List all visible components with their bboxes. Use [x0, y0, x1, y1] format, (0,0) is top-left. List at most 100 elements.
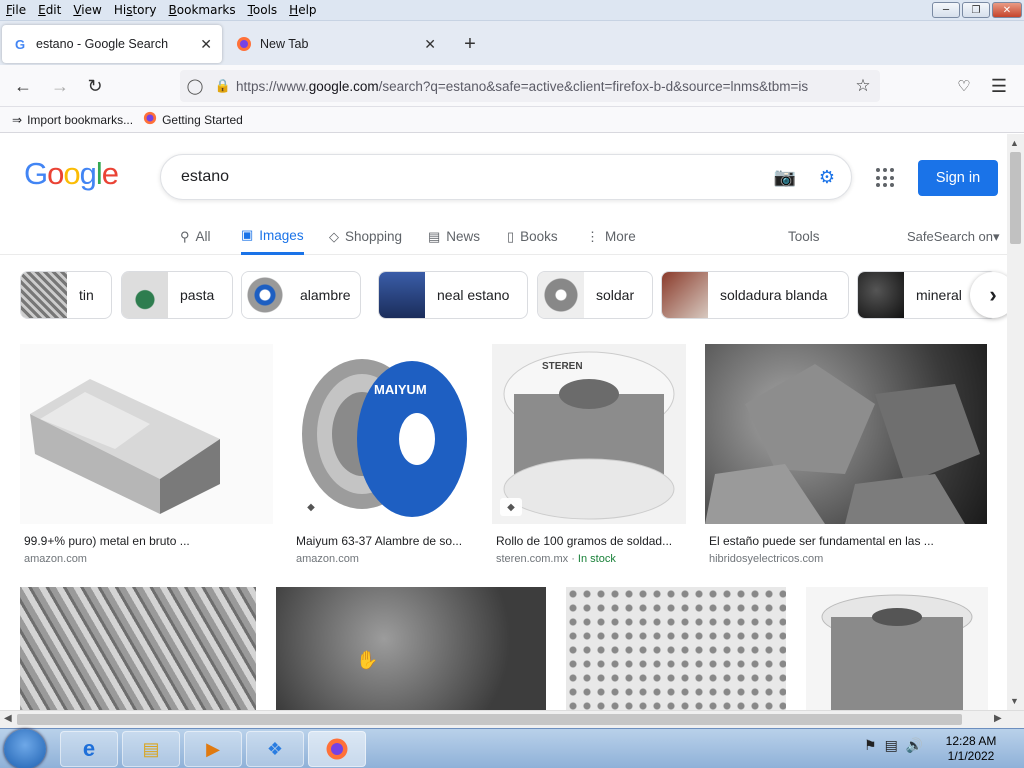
book-icon: ▯ [507, 228, 515, 244]
close-tab-icon[interactable]: ✕ [200, 36, 212, 53]
maximize-button[interactable]: ❐ [962, 2, 990, 18]
shield-icon[interactable]: ◯ [180, 77, 210, 95]
image-result[interactable] [276, 587, 546, 710]
hamburger-menu-icon[interactable]: ☰ [984, 71, 1014, 101]
media-player-icon[interactable]: ▶ [184, 731, 242, 767]
menu-view[interactable]: View [67, 3, 107, 17]
bookmarks-toolbar: ⇒ Import bookmarks... Getting Started [0, 107, 1024, 133]
tab-shopping[interactable]: ◇ Shopping [329, 218, 402, 255]
tab-strip: G estano - Google Search ✕ New Tab ✕ + [0, 21, 1024, 65]
camera-icon[interactable]: 📷 [767, 167, 803, 188]
result-source[interactable]: amazon.com [20, 553, 273, 565]
result-image[interactable]: MAIYUM ◆ [292, 344, 472, 524]
menu-bookmarks[interactable]: Bookmarks [163, 3, 242, 17]
lock-icon[interactable]: 🔒 [210, 78, 236, 94]
image-result[interactable]: STEREN ◆ Rollo de 100 gramos de soldad..… [492, 344, 686, 565]
sign-in-button[interactable]: Sign in [918, 160, 998, 196]
search-input[interactable]: estano [181, 168, 767, 186]
tab-all[interactable]: ⚲ All [180, 218, 211, 255]
result-caption[interactable]: Rollo de 100 gramos de soldad... [492, 534, 686, 548]
result-source[interactable]: amazon.com [292, 553, 472, 565]
image-result[interactable] [20, 587, 256, 710]
chip-neal-estano[interactable]: neal estano [378, 271, 528, 319]
scrollbar-thumb[interactable] [17, 714, 962, 725]
tools-button[interactable]: Tools [788, 218, 820, 255]
back-button[interactable]: ← [8, 71, 38, 101]
scroll-left-icon[interactable]: ◀ [4, 713, 12, 724]
google-logo[interactable]: Google [24, 156, 119, 192]
chip-pasta[interactable]: pasta [121, 271, 233, 319]
search-box[interactable]: estano 📷 ⚙ [160, 154, 852, 200]
tab-books[interactable]: ▯ Books [507, 218, 558, 255]
image-result[interactable] [566, 587, 786, 710]
menu-tools[interactable]: Tools [242, 3, 284, 17]
new-tab-button[interactable]: + [456, 30, 484, 58]
network-icon[interactable]: ▤ [885, 737, 898, 754]
menu-history[interactable]: History [108, 3, 163, 17]
windows-taskbar: e ▤ ▶ ❖ ⚑ ▤ 🔊 12:28 AM 1/1/2022 [0, 728, 1024, 768]
tab-news[interactable]: ▤ News [428, 218, 480, 255]
file-explorer-icon[interactable]: ▤ [122, 731, 180, 767]
result-image[interactable] [566, 587, 786, 710]
result-image[interactable] [806, 587, 988, 710]
tab-images[interactable]: ▣ Images [241, 218, 304, 255]
image-result[interactable]: MAIYUM ◆ Maiyum 63-37 Alambre de so... a… [292, 344, 472, 565]
apps-grid-icon[interactable] [876, 168, 896, 188]
system-clock[interactable]: 12:28 AM 1/1/2022 [936, 734, 1006, 764]
spool-label: STEREN [542, 361, 583, 372]
bookmark-star-icon[interactable]: ☆ [846, 76, 880, 96]
chip-soldadura-blanda[interactable]: soldadura blanda [661, 271, 849, 319]
result-caption[interactable]: 99.9+% puro) metal en bruto ... [20, 534, 273, 548]
firefox-taskbar-icon[interactable] [308, 731, 366, 767]
forward-button[interactable]: → [45, 71, 75, 101]
scrollbar-thumb[interactable] [1010, 152, 1021, 244]
image-result[interactable]: 99.9+% puro) metal en bruto ... amazon.c… [20, 344, 273, 565]
vertical-scrollbar[interactable]: ▲ ▼ [1007, 134, 1024, 710]
internet-explorer-icon[interactable]: e [60, 731, 118, 767]
close-window-button[interactable]: ✕ [992, 2, 1022, 18]
tab-more[interactable]: ⋮ More [586, 218, 636, 255]
url-bar[interactable]: ◯ 🔒 https://www.google.com/search?q=esta… [180, 70, 880, 102]
scroll-down-icon[interactable]: ▼ [1010, 696, 1019, 706]
bookmark-getting-started[interactable]: Getting Started [143, 111, 243, 128]
result-caption[interactable]: Maiyum 63-37 Alambre de so... [292, 534, 472, 548]
reload-button[interactable]: ↻ [80, 71, 110, 101]
chip-alambre[interactable]: alambre [241, 271, 361, 319]
menu-edit[interactable]: Edit [32, 3, 67, 17]
tab-google-search[interactable]: G estano - Google Search ✕ [2, 25, 222, 63]
url-text[interactable]: https://www.google.com/search?q=estano&s… [236, 79, 846, 94]
menu-file[interactable]: File [0, 3, 32, 17]
result-image[interactable] [705, 344, 987, 524]
clock-time: 12:28 AM [945, 734, 997, 748]
page-content: Google estano 📷 ⚙ Sign in ⚲ All ▣ Images ◇… [0, 134, 1007, 710]
start-button[interactable] [4, 729, 46, 768]
result-image[interactable] [276, 587, 546, 710]
horizontal-scrollbar[interactable]: ◀ ▶ [0, 710, 1024, 728]
action-center-icon[interactable]: ⚑ [864, 737, 877, 754]
tab-new-tab[interactable]: New Tab ✕ [226, 25, 446, 63]
safesearch-toggle[interactable]: SafeSearch on ▾ [907, 218, 1000, 255]
result-image[interactable] [20, 344, 273, 524]
result-source[interactable]: hibridosyelectricos.com [705, 553, 987, 565]
volume-icon[interactable]: 🔊 [906, 737, 923, 754]
result-image[interactable]: STEREN ◆ [492, 344, 686, 524]
image-result[interactable] [806, 587, 988, 710]
windows-icon[interactable]: ❖ [246, 731, 304, 767]
result-source[interactable]: steren.com.mx · In stock [492, 553, 686, 565]
pocket-icon[interactable]: ♡ [949, 71, 979, 101]
chip-tin[interactable]: tin [20, 271, 112, 319]
chip-thumbnail [242, 272, 288, 318]
bookmark-import[interactable]: ⇒ Import bookmarks... [12, 113, 133, 127]
menu-help[interactable]: Help [283, 3, 322, 17]
search-settings-icon[interactable]: ⚙ [803, 167, 851, 188]
image-result[interactable]: El estaño puede ser fundamental en las .… [705, 344, 987, 565]
result-caption[interactable]: El estaño puede ser fundamental en las .… [705, 534, 987, 548]
tag-icon: ◇ [329, 228, 339, 244]
close-tab-icon[interactable]: ✕ [424, 36, 436, 53]
scroll-right-icon[interactable]: ▶ [994, 713, 1002, 724]
result-image[interactable] [20, 587, 256, 710]
scroll-up-icon[interactable]: ▲ [1010, 138, 1019, 148]
chip-soldar[interactable]: soldar [537, 271, 653, 319]
image-icon: ▣ [241, 227, 254, 242]
minimize-button[interactable]: ─ [932, 2, 960, 18]
